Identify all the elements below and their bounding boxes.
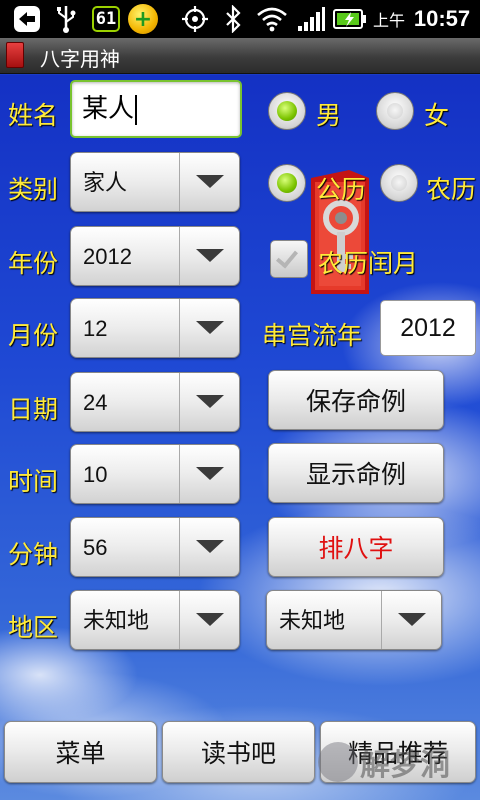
day-label: 日期 [8,395,59,424]
hour-spinner[interactable]: 10 [70,444,240,504]
notification-count-badge: 61 [88,0,124,38]
month-label: 月份 [8,321,59,350]
year-spinner[interactable]: 2012 [70,226,240,286]
year-label: 年份 [8,249,59,278]
month-spinner[interactable]: 12 [70,298,240,358]
paipan-button[interactable]: 排八字 [268,517,444,577]
check-icon [275,245,299,269]
am-pm-label: 上午 [372,11,405,30]
category-spinner[interactable]: 家人 [70,152,240,212]
leap-month-label: 农历闰月 [318,249,419,278]
category-label: 类别 [8,175,59,204]
clock: 10:57 [413,6,471,31]
app-title: 八字用神 [40,47,120,71]
minute-label: 分钟 [8,540,59,569]
show-case-button[interactable]: 显示命例 [268,443,444,503]
app-icon [6,42,24,68]
gender-male-radio[interactable] [268,92,306,130]
chevron-down-icon [179,227,239,285]
text-cursor [135,94,138,125]
read-book-button[interactable]: 读书吧 [162,721,315,783]
watermark-logo-icon [318,742,358,782]
leap-month-checkbox[interactable] [270,240,308,278]
calendar-lunar-radio[interactable] [380,164,418,202]
day-spinner[interactable]: 24 [70,372,240,432]
bluetooth-icon [222,0,244,38]
chevron-down-icon [179,518,239,576]
calendar-solar-radio[interactable] [268,164,306,202]
add-app-icon: + [126,0,160,38]
minute-spinner[interactable]: 56 [70,517,240,577]
name-input[interactable]: 某人 [70,80,242,138]
chevron-down-icon [179,445,239,503]
title-bar: 八字用神 [0,38,480,74]
chevron-down-icon [179,591,239,649]
menu-button[interactable]: 菜单 [4,721,157,783]
chevron-down-icon [179,153,239,211]
region2-spinner[interactable]: 未知地 [266,590,442,650]
calendar-lunar-label: 农历 [426,175,477,204]
gender-male-label: 男 [316,101,342,130]
watermark: 解梦洞 [360,748,450,783]
region-label: 地区 [8,613,59,642]
signal-icon [296,0,326,38]
name-label: 姓名 [8,101,59,130]
calendar-solar-label: 公历 [316,175,367,204]
back-icon [10,0,44,38]
status-bar: 61 + 上午 10:57 [0,0,480,38]
flow-year-label: 串宫流年 [262,321,363,350]
save-case-button[interactable]: 保存命例 [268,370,444,430]
usb-icon [52,0,80,38]
region-spinner[interactable]: 未知地 [70,590,240,650]
chevron-down-icon [179,373,239,431]
chevron-down-icon [179,299,239,357]
wifi-icon [254,0,290,38]
gender-female-radio[interactable] [376,92,414,130]
gender-female-label: 女 [424,101,450,130]
battery-icon [332,0,368,38]
chevron-down-icon [381,591,441,649]
badge-count: 61 [91,6,121,32]
flow-year-input[interactable]: 2012 [380,300,476,356]
gps-icon [180,0,210,38]
hour-label: 时间 [8,467,59,496]
